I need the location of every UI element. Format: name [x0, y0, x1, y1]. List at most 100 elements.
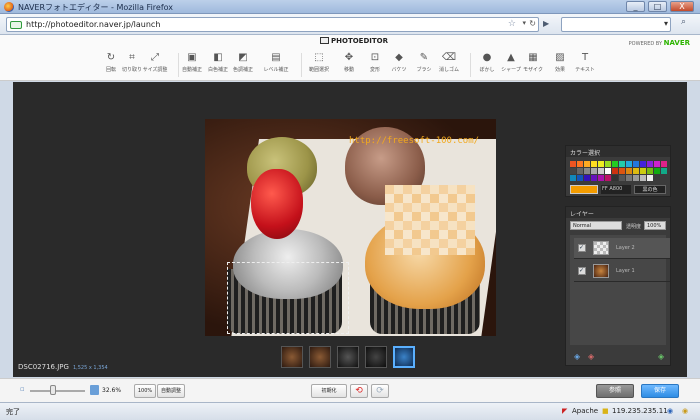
palette-swatch[interactable]: [577, 161, 583, 167]
photo-canvas[interactable]: http://freesoft-100.com/: [205, 119, 496, 336]
palette-swatch[interactable]: [633, 161, 639, 167]
minimize-button[interactable]: _: [626, 1, 645, 12]
hex-input[interactable]: FF A800: [601, 185, 631, 194]
palette-swatch[interactable]: [626, 161, 632, 167]
palette-swatch[interactable]: [619, 161, 625, 167]
current-color-swatch[interactable]: [570, 185, 598, 194]
layer-row[interactable]: ✓ Layer 1: [574, 261, 670, 282]
palette-swatch[interactable]: [626, 168, 632, 174]
undo-button[interactable]: ⟲: [350, 384, 368, 398]
palette-swatch[interactable]: [584, 175, 590, 181]
redo-button[interactable]: ⟳: [371, 384, 389, 398]
palette-swatch[interactable]: [570, 175, 576, 181]
tool-button[interactable]: T テキスト: [572, 51, 598, 79]
thumbnail[interactable]: [337, 346, 359, 368]
opacity-select[interactable]: 100%: [644, 221, 666, 230]
tool-button[interactable]: ⤢ サイズ調整: [142, 51, 168, 79]
palette-swatch[interactable]: [647, 168, 653, 174]
add-layer-icon[interactable]: ◈: [574, 352, 580, 361]
palette-swatch[interactable]: [605, 175, 611, 181]
search-icon[interactable]: ⌕: [676, 17, 691, 32]
tool-button[interactable]: ● ぼかし: [474, 51, 500, 79]
palette-swatch[interactable]: [605, 161, 611, 167]
fit-to-screen-button[interactable]: 自動調整: [157, 384, 185, 398]
palette-swatch[interactable]: [626, 175, 632, 181]
palette-swatch[interactable]: [570, 168, 576, 174]
color-palette[interactable]: [570, 161, 667, 187]
palette-swatch[interactable]: [619, 168, 625, 174]
palette-swatch[interactable]: [605, 168, 611, 174]
palette-swatch[interactable]: [591, 161, 597, 167]
address-url[interactable]: http://photoeditor.naver.jp/launch: [26, 20, 160, 29]
palette-swatch[interactable]: [577, 175, 583, 181]
security-icon[interactable]: ◉: [682, 407, 688, 415]
palette-swatch[interactable]: [612, 175, 618, 181]
address-bar[interactable]: http://photoeditor.naver.jp/launch ☆ ▾ ↻: [6, 17, 539, 32]
history-dropdown-icon[interactable]: ▾: [522, 19, 526, 27]
palette-swatch[interactable]: [577, 168, 583, 174]
palette-swatch[interactable]: [598, 168, 604, 174]
search-input[interactable]: ▾: [561, 17, 671, 32]
blend-mode-select[interactable]: Normal: [570, 221, 622, 230]
palette-swatch[interactable]: [661, 161, 667, 167]
close-button[interactable]: X: [670, 1, 694, 12]
zoom-out-icon[interactable]: ▫: [20, 385, 25, 393]
palette-swatch[interactable]: [619, 175, 625, 181]
layer-row[interactable]: ✓ Layer 2: [574, 238, 670, 259]
palette-swatch[interactable]: [598, 175, 604, 181]
tool-button[interactable]: ◆ バケツ: [386, 51, 412, 79]
palette-swatch[interactable]: [661, 168, 667, 174]
addon-icon[interactable]: ◉: [667, 407, 673, 415]
go-arrow-icon[interactable]: ▶: [543, 19, 549, 28]
zoom-slider[interactable]: [30, 390, 85, 392]
bookmark-star-icon[interactable]: ☆: [508, 19, 516, 29]
palette-swatch[interactable]: [591, 175, 597, 181]
tool-button[interactable]: ▦ モザイク: [520, 51, 546, 79]
palette-swatch[interactable]: [591, 168, 597, 174]
tool-button[interactable]: ⌫ 消しゴム: [436, 51, 462, 79]
palette-swatch[interactable]: [633, 175, 639, 181]
palette-swatch[interactable]: [654, 168, 660, 174]
thumbnail[interactable]: [281, 346, 303, 368]
zoom-in-icon[interactable]: [90, 385, 99, 395]
tool-button[interactable]: ▣ 自動補正: [179, 51, 205, 79]
tool-button[interactable]: ▤ レベル補正: [263, 51, 289, 79]
black-color-button[interactable]: 黒の色: [634, 185, 666, 194]
thumbnail[interactable]: [309, 346, 331, 368]
palette-swatch[interactable]: [570, 161, 576, 167]
tool-button[interactable]: ⊡ 変形: [362, 51, 388, 79]
tool-button[interactable]: ⬚ 範囲選択: [306, 51, 332, 79]
site-identity-icon[interactable]: [10, 21, 22, 29]
layer-visibility-checkbox[interactable]: ✓: [578, 267, 586, 275]
thumbnail[interactable]: [365, 346, 387, 368]
selection-marquee[interactable]: [227, 262, 349, 334]
layer-visibility-checkbox[interactable]: ✓: [578, 244, 586, 252]
palette-swatch[interactable]: [647, 161, 653, 167]
palette-swatch[interactable]: [647, 175, 653, 181]
search-engine-dropdown-icon[interactable]: ▾: [664, 19, 668, 28]
palette-swatch[interactable]: [633, 168, 639, 174]
maximize-button[interactable]: □: [648, 1, 667, 12]
palette-swatch[interactable]: [612, 168, 618, 174]
reload-icon[interactable]: ↻: [529, 19, 536, 28]
palette-swatch[interactable]: [584, 161, 590, 167]
tool-button[interactable]: ◧ 白色補正: [205, 51, 231, 79]
tool-button[interactable]: ✎ ブラシ: [411, 51, 437, 79]
delete-layer-icon[interactable]: ◈: [588, 352, 594, 361]
save-button[interactable]: 保存: [641, 384, 679, 398]
palette-swatch[interactable]: [654, 161, 660, 167]
palette-swatch[interactable]: [640, 175, 646, 181]
thumbnail-selected[interactable]: [393, 346, 415, 368]
zoom-100-button[interactable]: 100%: [134, 384, 156, 398]
tool-button[interactable]: ▨ 効果: [547, 51, 573, 79]
reset-button[interactable]: 初期化: [311, 384, 347, 398]
palette-swatch[interactable]: [640, 161, 646, 167]
tool-button[interactable]: ◩ 色調補正: [230, 51, 256, 79]
merge-layer-icon[interactable]: ◈: [658, 352, 664, 361]
zoom-slider-handle[interactable]: [50, 385, 56, 395]
tool-button[interactable]: ✥ 移動: [336, 51, 362, 79]
palette-swatch[interactable]: [612, 161, 618, 167]
browse-button[interactable]: 参照: [596, 384, 634, 398]
palette-swatch[interactable]: [584, 168, 590, 174]
palette-swatch[interactable]: [598, 161, 604, 167]
